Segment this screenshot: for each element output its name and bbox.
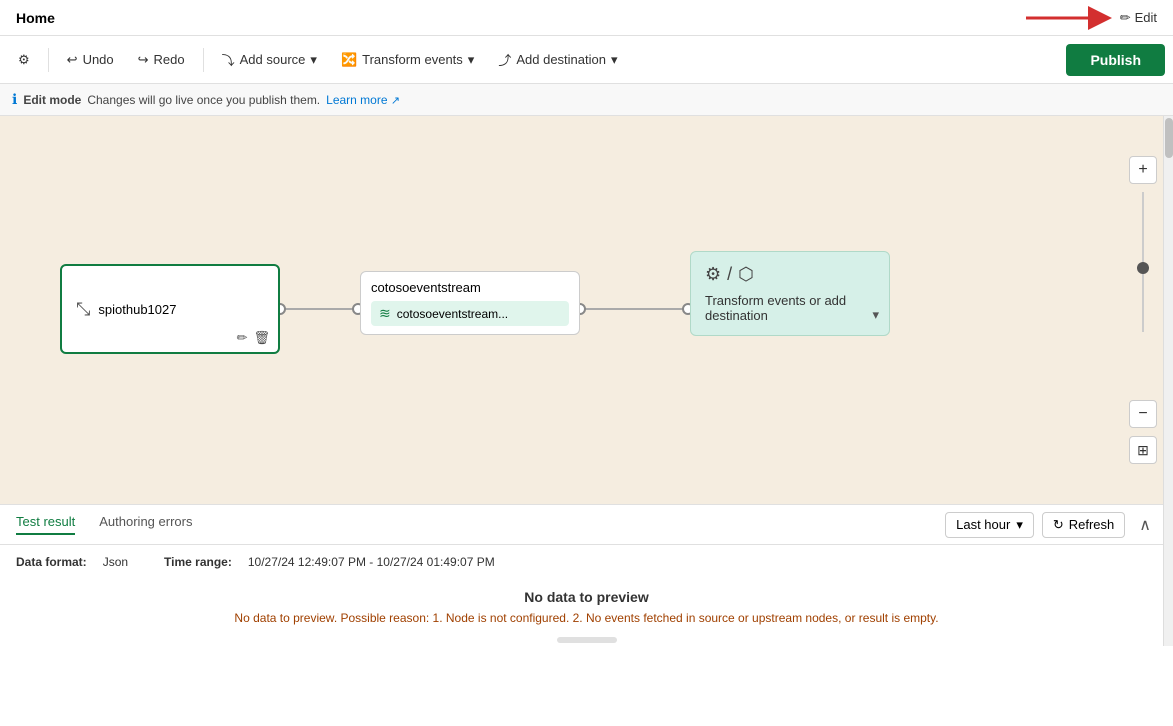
toolbar-divider-2	[203, 48, 204, 72]
add-destination-label: Add destination	[516, 52, 606, 67]
bottom-scrollbar[interactable]	[557, 637, 617, 643]
transform-slash: /	[727, 264, 732, 285]
fit-view-icon: ⊞	[1137, 442, 1149, 459]
info-bar: ℹ Edit mode Changes will go live once yo…	[0, 84, 1173, 116]
title-bar-left: Home	[16, 10, 55, 26]
stream-item-label: cotosoeventstream...	[397, 307, 508, 321]
info-message: Changes will go live once you publish th…	[87, 93, 320, 107]
edit-label: Edit	[1135, 10, 1157, 25]
time-range-value: 10/27/24 12:49:07 PM - 10/27/24 01:49:07…	[248, 555, 495, 569]
add-destination-button[interactable]: ⤴ Add destination ▾	[488, 45, 627, 74]
edit-mode-label: Edit mode	[23, 93, 81, 107]
learn-more-label: Learn more	[326, 93, 387, 107]
tab-test-result[interactable]: Test result	[16, 514, 75, 535]
no-data-area: No data to preview No data to preview. P…	[0, 579, 1173, 629]
add-source-label: Add source	[240, 52, 306, 67]
undo-label: Undo	[83, 52, 114, 67]
zoom-out-icon: −	[1138, 405, 1147, 423]
title-bar-right: ✏ Edit	[1022, 2, 1157, 34]
refresh-icon: ↻	[1053, 517, 1064, 533]
stream-node-title: cotosoeventstream	[371, 280, 569, 295]
info-icon: ℹ	[12, 91, 17, 108]
source-node[interactable]: ⤡ spiothub1027 ✏ 🗑	[60, 264, 280, 354]
gear-button[interactable]: ⚙	[8, 47, 40, 73]
learn-more-link[interactable]: Learn more ↗	[326, 93, 400, 107]
source-node-name: spiothub1027	[98, 302, 176, 317]
source-node-actions: ✏ 🗑	[237, 330, 270, 346]
refresh-label: Refresh	[1069, 517, 1115, 532]
stream-node-item: ≋ cotosoeventstream...	[371, 301, 569, 326]
transform-chevron: ▾	[468, 52, 475, 68]
add-destination-icon: ⤴	[498, 50, 511, 69]
publish-button[interactable]: Publish	[1066, 44, 1165, 76]
add-source-chevron: ▾	[310, 52, 317, 68]
transform-node-chevron[interactable]: ▾	[872, 307, 879, 323]
zoom-slider-container	[1129, 192, 1157, 392]
source-delete-icon[interactable]: 🗑	[253, 330, 270, 346]
source-node-arrows-icon: ⤡	[76, 299, 90, 320]
canvas: ⤡ spiothub1027 ✏ 🗑 cotosoeventstream ≋ c…	[0, 116, 1173, 504]
zoom-in-icon: +	[1138, 161, 1147, 179]
transform-icon: 🔀	[341, 52, 357, 68]
transform-events-label: Transform events	[362, 52, 463, 67]
add-source-icon: ⤵	[222, 50, 235, 69]
zoom-track	[1142, 192, 1144, 332]
data-format-label: Data format:	[16, 555, 87, 569]
time-range-label: Time range:	[164, 555, 232, 569]
toolbar: ⚙ ↩ Undo ↪ Redo ⤵ Add source ▾ 🔀 Transfo…	[0, 36, 1173, 84]
undo-icon: ↩	[67, 52, 78, 68]
no-data-desc-text: No data to preview. Possible reason: 1. …	[234, 611, 938, 625]
title-bar: Home ✏ Edit	[0, 0, 1173, 36]
edit-pencil-icon: ✏	[1120, 10, 1131, 26]
zoom-controls: + − ⊞	[1129, 156, 1157, 464]
source-edit-icon[interactable]: ✏	[237, 330, 248, 346]
transform-settings-icon: ⚙	[705, 264, 721, 285]
home-title: Home	[16, 10, 55, 26]
transform-node-icons: ⚙ / ⬡	[705, 264, 875, 285]
bottom-tabs: Test result Authoring errors Last hour ▾…	[0, 505, 1173, 545]
zoom-in-button[interactable]: +	[1129, 156, 1157, 184]
transform-node[interactable]: ⚙ / ⬡ Transform events or add destinatio…	[690, 251, 890, 336]
zoom-thumb[interactable]	[1137, 262, 1149, 274]
last-hour-label: Last hour	[956, 517, 1010, 532]
undo-button[interactable]: ↩ Undo	[57, 47, 124, 73]
redo-button[interactable]: ↪ Redo	[128, 47, 195, 73]
toolbar-divider-1	[48, 48, 49, 72]
add-destination-chevron: ▾	[611, 52, 618, 68]
red-arrow-indicator	[1022, 2, 1112, 34]
edit-button[interactable]: ✏ Edit	[1120, 10, 1157, 26]
time-chevron-icon: ▾	[1016, 517, 1023, 533]
bottom-panel: Test result Authoring errors Last hour ▾…	[0, 504, 1173, 726]
gear-icon: ⚙	[18, 52, 30, 68]
stream-node[interactable]: cotosoeventstream ≋ cotosoeventstream...	[360, 271, 580, 335]
refresh-button[interactable]: ↻ Refresh	[1042, 512, 1125, 538]
scrollbar-thumb[interactable]	[1165, 118, 1173, 158]
transform-node-text: Transform events or add destination	[705, 293, 875, 323]
external-link-icon: ↗	[391, 95, 400, 107]
data-info-row: Data format: Json Time range: 10/27/24 1…	[0, 545, 1173, 579]
stream-green-icon: ≋	[379, 305, 391, 322]
zoom-out-button[interactable]: −	[1129, 400, 1157, 428]
collapse-icon: ∧	[1139, 517, 1151, 534]
tab-controls: Last hour ▾ ↻ Refresh ∧	[945, 511, 1157, 539]
no-data-desc: No data to preview. Possible reason: 1. …	[234, 611, 938, 625]
time-select[interactable]: Last hour ▾	[945, 512, 1034, 538]
no-data-title: No data to preview	[524, 589, 648, 605]
collapse-button[interactable]: ∧	[1133, 511, 1157, 539]
add-source-button[interactable]: ⤵ Add source ▾	[212, 45, 327, 74]
tab-authoring-errors[interactable]: Authoring errors	[99, 514, 192, 535]
transform-events-button[interactable]: 🔀 Transform events ▾	[331, 47, 484, 73]
data-format-value: Json	[103, 555, 128, 569]
fit-view-button[interactable]: ⊞	[1129, 436, 1157, 464]
right-scrollbar[interactable]	[1163, 116, 1173, 646]
redo-label: Redo	[154, 52, 185, 67]
source-node-title: ⤡ spiothub1027	[76, 299, 264, 320]
redo-icon: ↪	[138, 52, 149, 68]
transform-export-icon: ⬡	[738, 264, 754, 285]
